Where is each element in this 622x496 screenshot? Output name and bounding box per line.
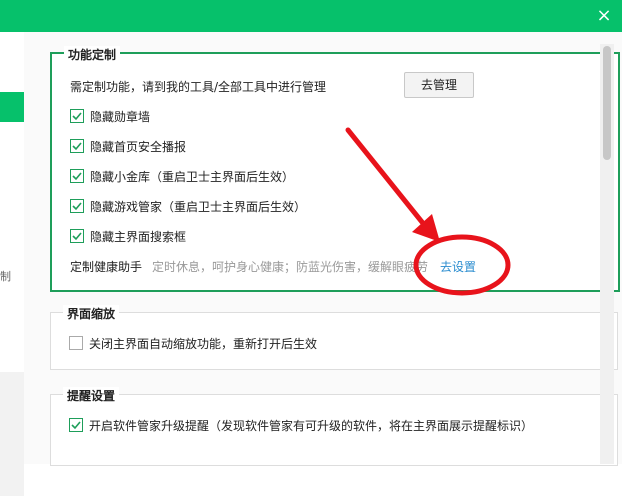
health-label: 定制健康助手 [70,259,143,274]
check-icon [72,142,82,151]
left-nav-partial-label: 制 [0,270,11,283]
option-row[interactable]: 隐藏游戏管家（重启卫士主界面后生效） [70,196,306,216]
checkbox[interactable] [69,336,83,350]
reminder-group: 提醒设置 开启软件管家升级提醒（发现软件管家有可升级的软件，将在主界面展示提醒标… [50,387,618,466]
checkbox[interactable] [70,169,84,183]
manage-button[interactable]: 去管理 [404,72,474,98]
checkbox[interactable] [70,199,84,213]
customize-group: 功能定制 需定制功能，请到我的工具/全部工具中进行管理 去管理 隐藏勋章墙 隐藏… [50,46,620,292]
customize-title: 功能定制 [64,46,121,63]
left-nav-panel: 制 [0,32,25,496]
health-link-row[interactable]: 去设置 [440,256,476,276]
option-row[interactable]: 隐藏主界面搜索框 [70,226,186,246]
checkbox[interactable] [70,229,84,243]
customize-desc: 需定制功能，请到我的工具/全部工具中进行管理 [70,79,327,94]
health-row: 定制健康助手 定时休息，呵护身心健康；防蓝光伤害，缓解眼疲劳 [70,256,428,276]
option-label: 隐藏游戏管家（重启卫士主界面后生效） [90,199,307,214]
option-row[interactable]: 隐藏小金库（重启卫士主界面后生效） [70,166,294,186]
reminder-title: 提醒设置 [63,387,120,404]
zoom-title: 界面缩放 [63,305,120,322]
zoom-group: 界面缩放 关闭主界面自动缩放功能，重新打开后生效 [50,305,618,370]
check-icon [72,202,82,211]
customize-desc-row: 需定制功能，请到我的工具/全部工具中进行管理 [70,76,326,96]
health-settings-link[interactable]: 去设置 [440,258,476,275]
reminder-option-label: 开启软件管家升级提醒（发现软件管家有可升级的软件，将在主界面展示提醒标识） [89,418,534,433]
check-icon [72,112,82,121]
check-icon [72,232,82,241]
option-label: 隐藏主界面搜索框 [90,229,187,244]
option-label: 隐藏勋章墙 [90,109,151,124]
left-nav-bottom-area [0,372,24,496]
check-icon [72,172,82,181]
option-label: 隐藏首页安全播报 [90,139,187,154]
option-row[interactable]: 隐藏首页安全播报 [70,136,186,156]
option-row[interactable]: 隐藏勋章墙 [70,106,150,126]
reminder-option-row[interactable]: 开启软件管家升级提醒（发现软件管家有可升级的软件，将在主界面展示提醒标识） [69,415,533,435]
left-nav-selected-item[interactable] [0,92,24,122]
checkbox[interactable] [69,418,83,432]
settings-content: 功能定制 需定制功能，请到我的工具/全部工具中进行管理 去管理 隐藏勋章墙 隐藏… [24,32,622,466]
zoom-option-row[interactable]: 关闭主界面自动缩放功能，重新打开后生效 [69,333,317,353]
title-bar: × [0,0,622,32]
checkbox[interactable] [70,109,84,123]
check-icon [71,421,81,430]
zoom-option-label: 关闭主界面自动缩放功能，重新打开后生效 [89,336,318,351]
checkbox[interactable] [70,139,84,153]
close-icon[interactable]: × [592,4,616,28]
scrollbar-thumb[interactable] [603,46,611,160]
health-hint: 定时休息，呵护身心健康；防蓝光伤害，缓解眼疲劳 [152,259,429,274]
option-label: 隐藏小金库（重启卫士主界面后生效） [90,169,295,184]
